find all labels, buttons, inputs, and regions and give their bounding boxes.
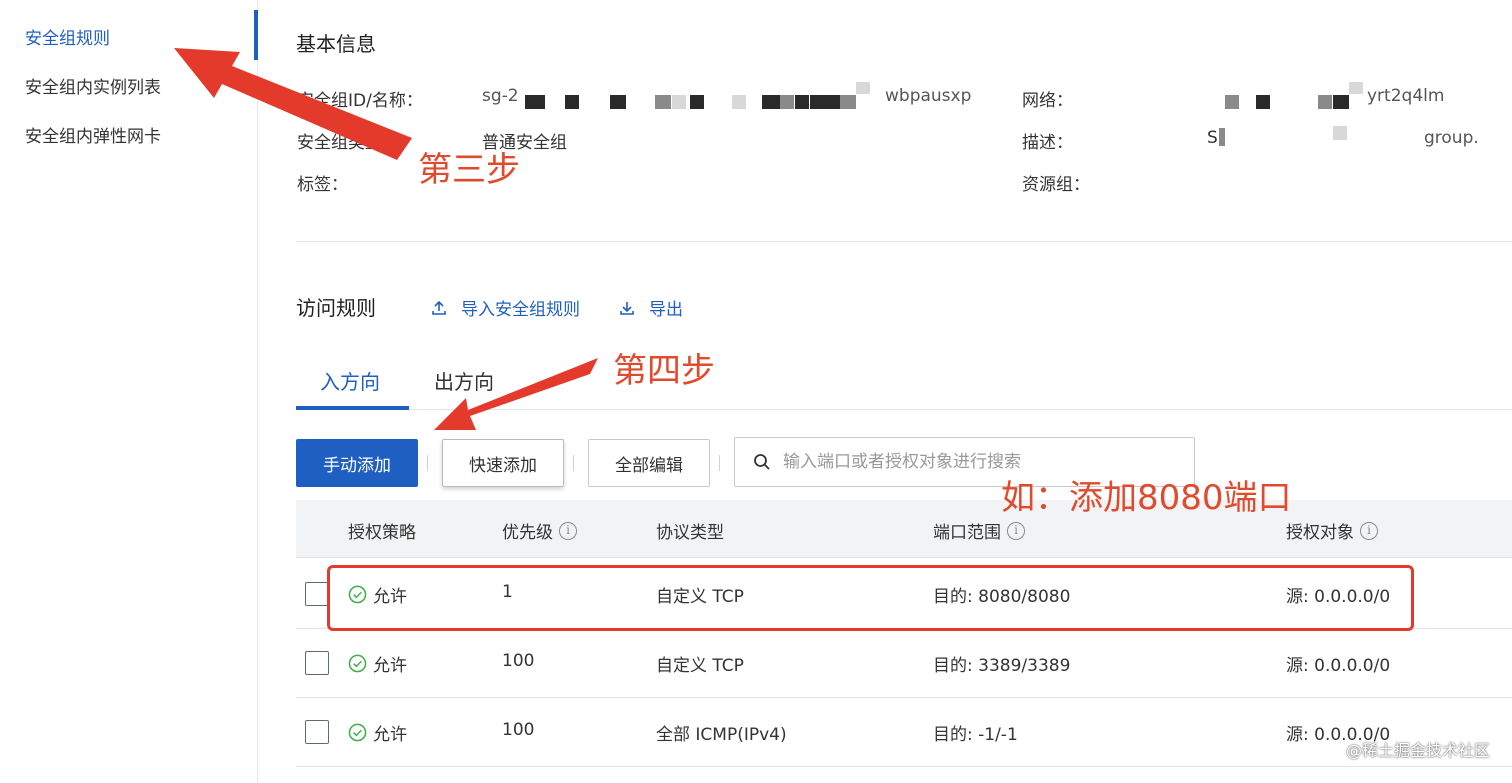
basic-info-title: 基本信息: [296, 32, 376, 56]
search-input[interactable]: [783, 452, 1163, 472]
tab-baseline: [296, 409, 1512, 410]
protocol-cell: 全部 ICMP(IPv4): [656, 725, 787, 745]
header-auth-object: 授权对象 i: [1286, 518, 1378, 543]
priority-cell: 100: [502, 720, 535, 740]
port-cell: 目的: 3389/3389: [933, 656, 1071, 676]
sidebar-item-instance-list[interactable]: 安全组内实例列表: [25, 73, 161, 98]
check-circle-icon: [348, 723, 367, 742]
header-priority: 优先级 i: [502, 518, 577, 543]
description-prefix: S: [1207, 128, 1218, 148]
step4-annotation: 第四步: [613, 351, 715, 391]
download-icon: [620, 301, 634, 315]
row-checkbox[interactable]: [305, 651, 329, 675]
network-label: 网络：: [1022, 91, 1073, 111]
type-label: 安全组类型：: [297, 133, 399, 153]
import-rules-label: 导入安全组规则: [461, 300, 580, 320]
check-circle-icon: [348, 654, 367, 673]
protocol-cell: 自定义 TCP: [656, 656, 744, 676]
network-suffix[interactable]: yrt2q4lm: [1367, 86, 1444, 106]
sidebar-active-indicator: [254, 10, 258, 60]
upload-icon: [432, 300, 446, 315]
description-label: 描述：: [1022, 133, 1073, 153]
id-name-prefix: sg-2: [482, 86, 519, 106]
quick-add-button[interactable]: 快速添加: [442, 439, 564, 487]
row-checkbox[interactable]: [305, 720, 329, 744]
port-cell: 目的: -1/-1: [933, 725, 1018, 745]
row-checkbox[interactable]: [305, 582, 329, 606]
info-icon[interactable]: i: [1360, 521, 1378, 540]
table-row: 允许 100 全部 ICMP(IPv4) 目的: -1/-1 源: 0.0.0.…: [296, 697, 1512, 767]
table-header: 授权策略 优先级 i 协议类型 端口范围 i 授权对象 i: [296, 500, 1512, 558]
export-label: 导出: [649, 300, 683, 320]
policy-cell: 允许: [348, 720, 407, 745]
tab-inbound[interactable]: 入方向: [320, 366, 380, 395]
header-policy: 授权策略: [348, 523, 416, 543]
sidebar-item-security-group-rules[interactable]: 安全组规则: [25, 24, 110, 49]
toolbar-separator: [427, 455, 428, 471]
toolbar-separator: [719, 455, 720, 471]
toolbar-separator: [573, 455, 574, 471]
export-link[interactable]: 导出: [619, 295, 683, 320]
edit-all-button[interactable]: 全部编辑: [588, 439, 710, 487]
object-cell: 源: 0.0.0.0/0: [1286, 656, 1391, 676]
sidebar-item-eni-list[interactable]: 安全组内弹性网卡: [25, 122, 161, 147]
id-name-label: 安全组ID/名称：: [297, 91, 423, 111]
info-icon[interactable]: i: [559, 521, 577, 540]
tab-active-underline: [296, 406, 409, 410]
id-name-suffix: wbpausxp: [885, 86, 972, 106]
example-annotation: 如：添加8080端口: [1001, 478, 1292, 518]
resource-group-label: 资源组：: [1022, 175, 1090, 195]
policy-cell: 允许: [348, 651, 407, 676]
watermark: @稀土掘金技术社区: [1345, 741, 1490, 760]
manual-add-button[interactable]: 手动添加: [296, 439, 418, 487]
description-suffix: group.: [1424, 128, 1479, 148]
tab-outbound[interactable]: 出方向: [434, 366, 494, 395]
section-divider: [296, 241, 1512, 242]
header-protocol: 协议类型: [656, 523, 724, 543]
access-rules-title: 访问规则: [296, 296, 376, 320]
row-highlight-annotation: [327, 565, 1414, 631]
tags-label: 标签：: [297, 175, 348, 195]
step3-annotation: 第三步: [418, 150, 520, 190]
table-row: 允许 100 自定义 TCP 目的: 3389/3389 源: 0.0.0.0/…: [296, 628, 1512, 698]
sidebar: 安全组规则 安全组内实例列表 安全组内弹性网卡: [0, 0, 258, 783]
info-icon[interactable]: i: [1007, 521, 1025, 540]
header-port-range: 端口范围 i: [933, 518, 1025, 543]
import-rules-link[interactable]: 导入安全组规则: [431, 295, 580, 320]
search-icon: [754, 454, 770, 470]
priority-cell: 100: [502, 651, 535, 671]
